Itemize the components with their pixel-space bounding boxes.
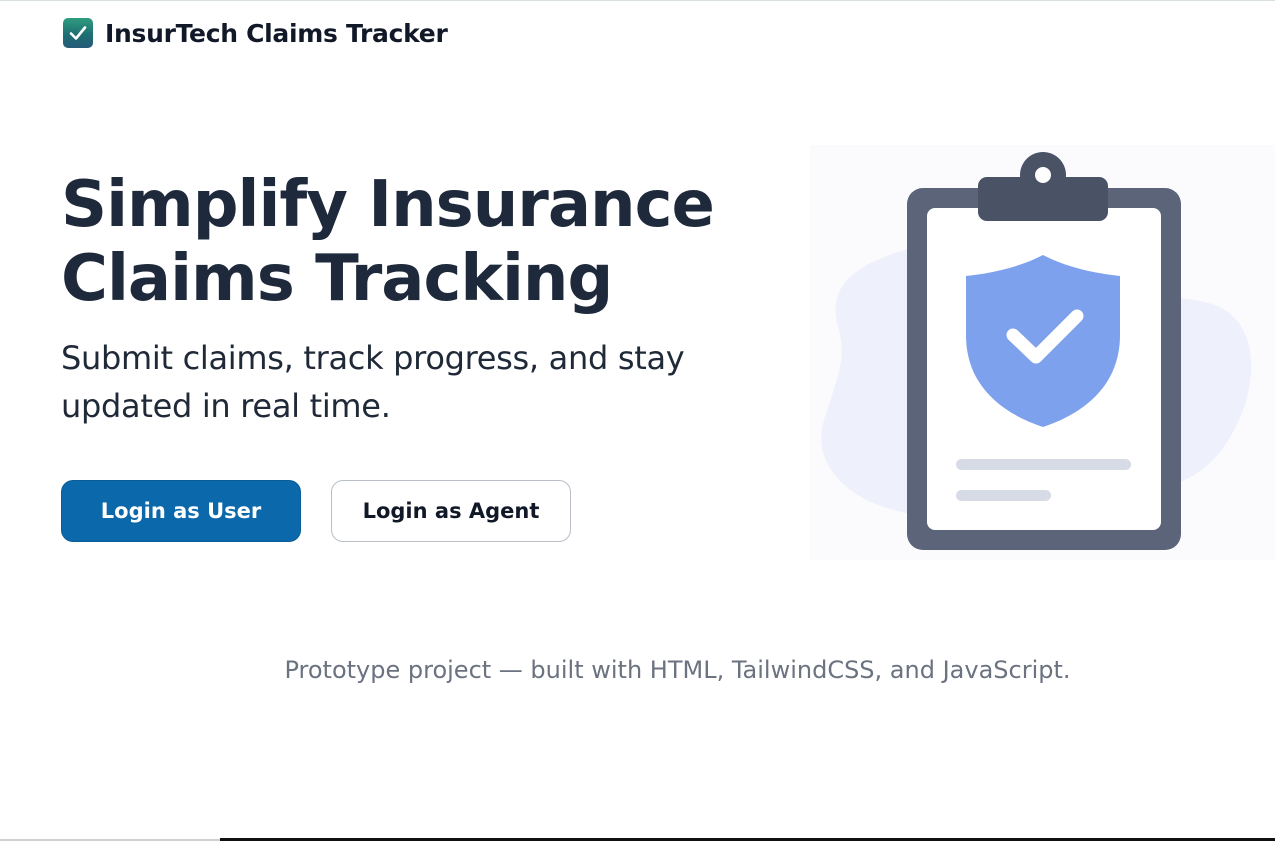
hero-title-line-1: Simplify Insurance [61, 168, 715, 242]
footer-note: Prototype project — built with HTML, Tai… [284, 656, 1071, 684]
login-as-user-button[interactable]: Login as User [61, 480, 301, 542]
check-mark-icon [63, 18, 93, 48]
brand-header: InsurTech Claims Tracker [63, 18, 448, 48]
hero-title-line-2: Claims Tracking [61, 242, 613, 316]
clipboard-illustration [810, 145, 1275, 560]
app-title: InsurTech Claims Tracker [105, 18, 448, 48]
login-as-agent-button[interactable]: Login as Agent [331, 480, 571, 542]
landing-page: InsurTech Claims Tracker Simplify Insura… [0, 0, 1275, 841]
top-divider [0, 0, 1275, 1]
hero-subtitle: Submit claims, track progress, and stay … [61, 339, 685, 425]
hero-title: Simplify Insurance Claims Tracking [61, 168, 761, 316]
clipboard-shield-check-icon [821, 152, 1252, 550]
